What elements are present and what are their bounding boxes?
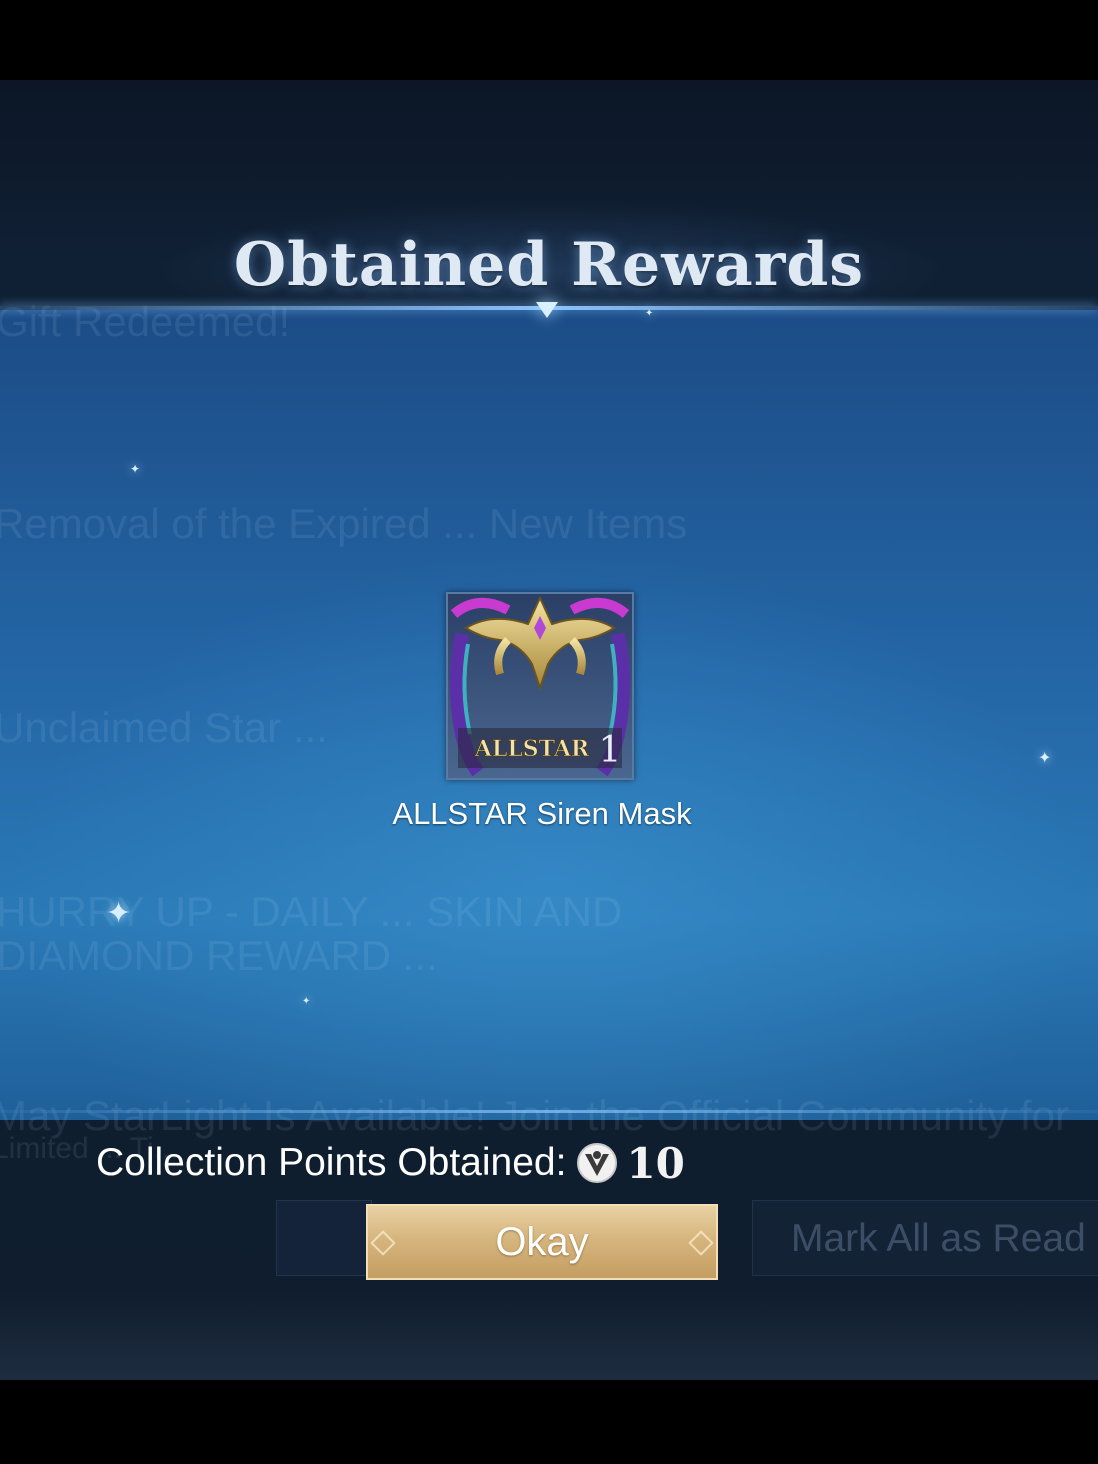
- okay-button[interactable]: Okay: [366, 1204, 718, 1280]
- mark-all-read-button[interactable]: Mark All as Read: [752, 1200, 1098, 1276]
- top-letterbox: [0, 0, 1098, 80]
- reward-badge-text: ALLSTAR: [474, 736, 590, 762]
- sparkle-icon: ✦: [106, 897, 132, 930]
- hidden-left-button: [276, 1200, 372, 1276]
- collection-points-value: 10: [626, 1138, 685, 1188]
- sparkle-icon: ✦: [130, 462, 141, 476]
- bottom-letterbox: [0, 1380, 1098, 1464]
- sparkle-icon: ✦: [645, 308, 654, 319]
- rewards-dialog: Gift Redeemed! Removal of the Expired ..…: [0, 80, 1098, 1380]
- panel-divider: [0, 1110, 1098, 1113]
- footer-haze: [0, 1290, 1098, 1380]
- sparkle-icon: ✦: [1038, 750, 1052, 767]
- okay-button-label: Okay: [495, 1219, 589, 1264]
- reward-badge-number: 1: [599, 730, 622, 771]
- background-mail-item: Unclaimed Star ...: [0, 704, 328, 751]
- reward-item-name: ALLSTAR Siren Mask: [392, 796, 692, 831]
- background-mail-item: HURRY UP - DAILY ... SKIN AND: [0, 888, 623, 935]
- collection-points-row: Collection Points Obtained: 10: [96, 1138, 685, 1188]
- background-mail-item: Removal of the Expired ... New Items: [0, 500, 688, 547]
- collection-point-coin-icon: [577, 1143, 618, 1183]
- sparkle-icon: ✦: [302, 996, 311, 1007]
- background-mail-item: DIAMOND REWARD ...: [0, 932, 438, 979]
- collection-points-label: Collection Points Obtained:: [96, 1141, 567, 1184]
- siren-mask-avatar-border-icon: ALLSTAR 1: [448, 594, 632, 778]
- dialog-title: Obtained Rewards: [233, 230, 865, 300]
- button-ornament-icon: [688, 1230, 714, 1256]
- button-ornament-icon: [370, 1230, 396, 1256]
- title-divider-gem-icon: [536, 302, 558, 318]
- reward-item-card[interactable]: ALLSTAR 1: [446, 592, 634, 780]
